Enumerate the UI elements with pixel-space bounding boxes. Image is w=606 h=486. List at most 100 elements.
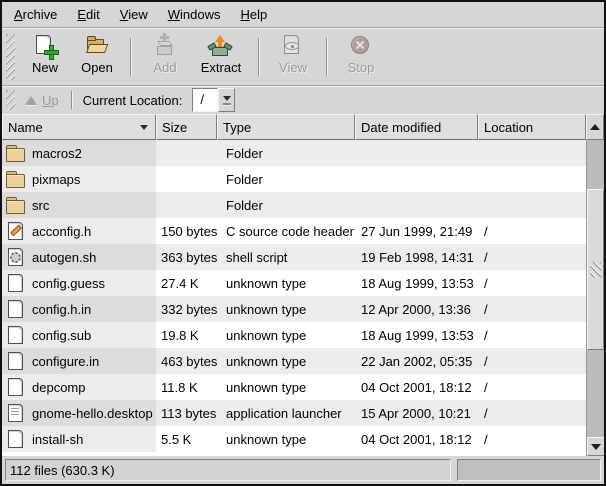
menu-archive[interactable]: Archive	[4, 3, 67, 26]
toolbar-drag-handle[interactable]	[6, 34, 15, 80]
cell-size: 150 bytes	[156, 218, 217, 244]
up-button: Up	[19, 91, 65, 110]
file-name: config.h.in	[32, 302, 91, 317]
cell-size: 113 bytes	[156, 400, 217, 426]
menu-edit[interactable]: Edit	[67, 3, 109, 26]
view-button-label: View	[279, 60, 307, 75]
scroll-up-button[interactable]	[586, 114, 604, 140]
file-name: config.guess	[32, 276, 105, 291]
column-header-size[interactable]: Size	[156, 114, 217, 140]
text-document-icon	[6, 404, 26, 422]
open-button-label: Open	[81, 60, 113, 75]
table-row[interactable]: configure.in 463 bytes unknown type 22 J…	[2, 348, 586, 374]
cell-type: unknown type	[217, 374, 355, 400]
toolbar: New Open Add Extract View Stop	[2, 28, 604, 86]
column-header-type[interactable]: Type	[217, 114, 355, 140]
menu-windows[interactable]: Windows	[158, 3, 231, 26]
cell-date-modified: 04 Oct 2001, 18:12	[355, 426, 478, 452]
cell-size	[156, 166, 217, 192]
cell-location: /	[478, 400, 586, 426]
table-row[interactable]: config.guess 27.4 K unknown type 18 Aug …	[2, 270, 586, 296]
table-row[interactable]: autogen.sh 363 bytes shell script 19 Feb…	[2, 244, 586, 270]
view-file-icon	[280, 34, 306, 59]
scrollbar-thumb[interactable]	[587, 189, 604, 350]
view-button: View	[267, 32, 319, 82]
statusbar: 112 files (630.3 K)	[2, 456, 604, 484]
cell-type: unknown type	[217, 322, 355, 348]
combo-bar-icon	[223, 103, 231, 105]
extract-button-label: Extract	[201, 60, 241, 75]
cell-location	[478, 140, 586, 166]
document-icon	[6, 326, 26, 344]
location-combo-dropdown-button[interactable]	[218, 88, 235, 112]
column-header-location[interactable]: Location	[478, 114, 586, 140]
file-name: macros2	[32, 146, 82, 161]
extract-icon	[208, 34, 234, 59]
table-row[interactable]: depcomp 11.8 K unknown type 04 Oct 2001,…	[2, 374, 586, 400]
toolbar-separator	[130, 38, 132, 76]
cell-type: Folder	[217, 166, 355, 192]
table-row[interactable]: install-sh 5.5 K unknown type 04 Oct 200…	[2, 426, 586, 452]
column-header-name-label: Name	[8, 120, 43, 135]
open-button[interactable]: Open	[71, 32, 123, 82]
cell-location: /	[478, 296, 586, 322]
new-button[interactable]: New	[19, 32, 71, 82]
cell-size: 363 bytes	[156, 244, 217, 270]
cell-date-modified: 22 Jan 2002, 05:35	[355, 348, 478, 374]
location-combo-value[interactable]: /	[192, 88, 218, 112]
stop-button: Stop	[335, 32, 387, 82]
cell-name: acconfig.h	[2, 218, 156, 244]
table-row[interactable]: macros2 Folder	[2, 140, 586, 166]
document-icon	[6, 300, 26, 318]
cell-date-modified: 18 Aug 1999, 13:53	[355, 270, 478, 296]
menu-view[interactable]: View	[110, 3, 158, 26]
cell-type: Folder	[217, 192, 355, 218]
column-header-name[interactable]: Name	[2, 114, 156, 140]
cell-name: install-sh	[2, 426, 156, 452]
column-header-row: Name Size Type Date modified Location	[2, 114, 604, 140]
current-location-label: Current Location:	[83, 93, 183, 108]
cell-size: 27.4 K	[156, 270, 217, 296]
cell-type: application launcher	[217, 400, 355, 426]
file-name: acconfig.h	[32, 224, 91, 239]
file-name: src	[32, 198, 49, 213]
cell-type: unknown type	[217, 296, 355, 322]
extract-button[interactable]: Extract	[191, 32, 251, 82]
new-button-label: New	[32, 60, 58, 75]
table-row[interactable]: gnome-hello.desktop 113 bytes applicatio…	[2, 400, 586, 426]
scroll-down-arrow-icon	[591, 444, 601, 450]
cell-size: 19.8 K	[156, 322, 217, 348]
cell-location: /	[478, 244, 586, 270]
column-header-date-modified[interactable]: Date modified	[355, 114, 478, 140]
script-icon	[6, 248, 26, 266]
cell-type: shell script	[217, 244, 355, 270]
chevron-down-icon	[223, 96, 231, 101]
cell-date-modified: 18 Aug 1999, 13:53	[355, 322, 478, 348]
file-list: macros2 Folder pixmaps Folder src Folder…	[2, 140, 604, 456]
menubar: Archive Edit View Windows Help	[2, 2, 604, 28]
statusbar-file-count: 112 files (630.3 K)	[5, 459, 451, 481]
cell-size	[156, 140, 217, 166]
table-row[interactable]: config.sub 19.8 K unknown type 18 Aug 19…	[2, 322, 586, 348]
menu-help[interactable]: Help	[230, 3, 277, 26]
cell-size: 332 bytes	[156, 296, 217, 322]
location-bar-drag-handle[interactable]	[6, 90, 15, 110]
open-archive-icon	[84, 34, 110, 59]
table-row[interactable]: pixmaps Folder	[2, 166, 586, 192]
table-row[interactable]: src Folder	[2, 192, 586, 218]
folder-icon	[6, 170, 26, 188]
cell-type: unknown type	[217, 348, 355, 374]
location-bar-separator	[71, 91, 73, 109]
cell-location: /	[478, 348, 586, 374]
cell-location: /	[478, 322, 586, 348]
vertical-scrollbar[interactable]	[586, 140, 604, 456]
scroll-down-button[interactable]	[587, 437, 605, 456]
cell-size: 5.5 K	[156, 426, 217, 452]
cell-type: unknown type	[217, 270, 355, 296]
toolbar-separator	[326, 38, 328, 76]
cell-type: Folder	[217, 140, 355, 166]
table-row[interactable]: config.h.in 332 bytes unknown type 12 Ap…	[2, 296, 586, 322]
table-row[interactable]: acconfig.h 150 bytes C source code heade…	[2, 218, 586, 244]
add-files-icon	[152, 34, 178, 59]
file-list-rows: macros2 Folder pixmaps Folder src Folder…	[2, 140, 586, 456]
